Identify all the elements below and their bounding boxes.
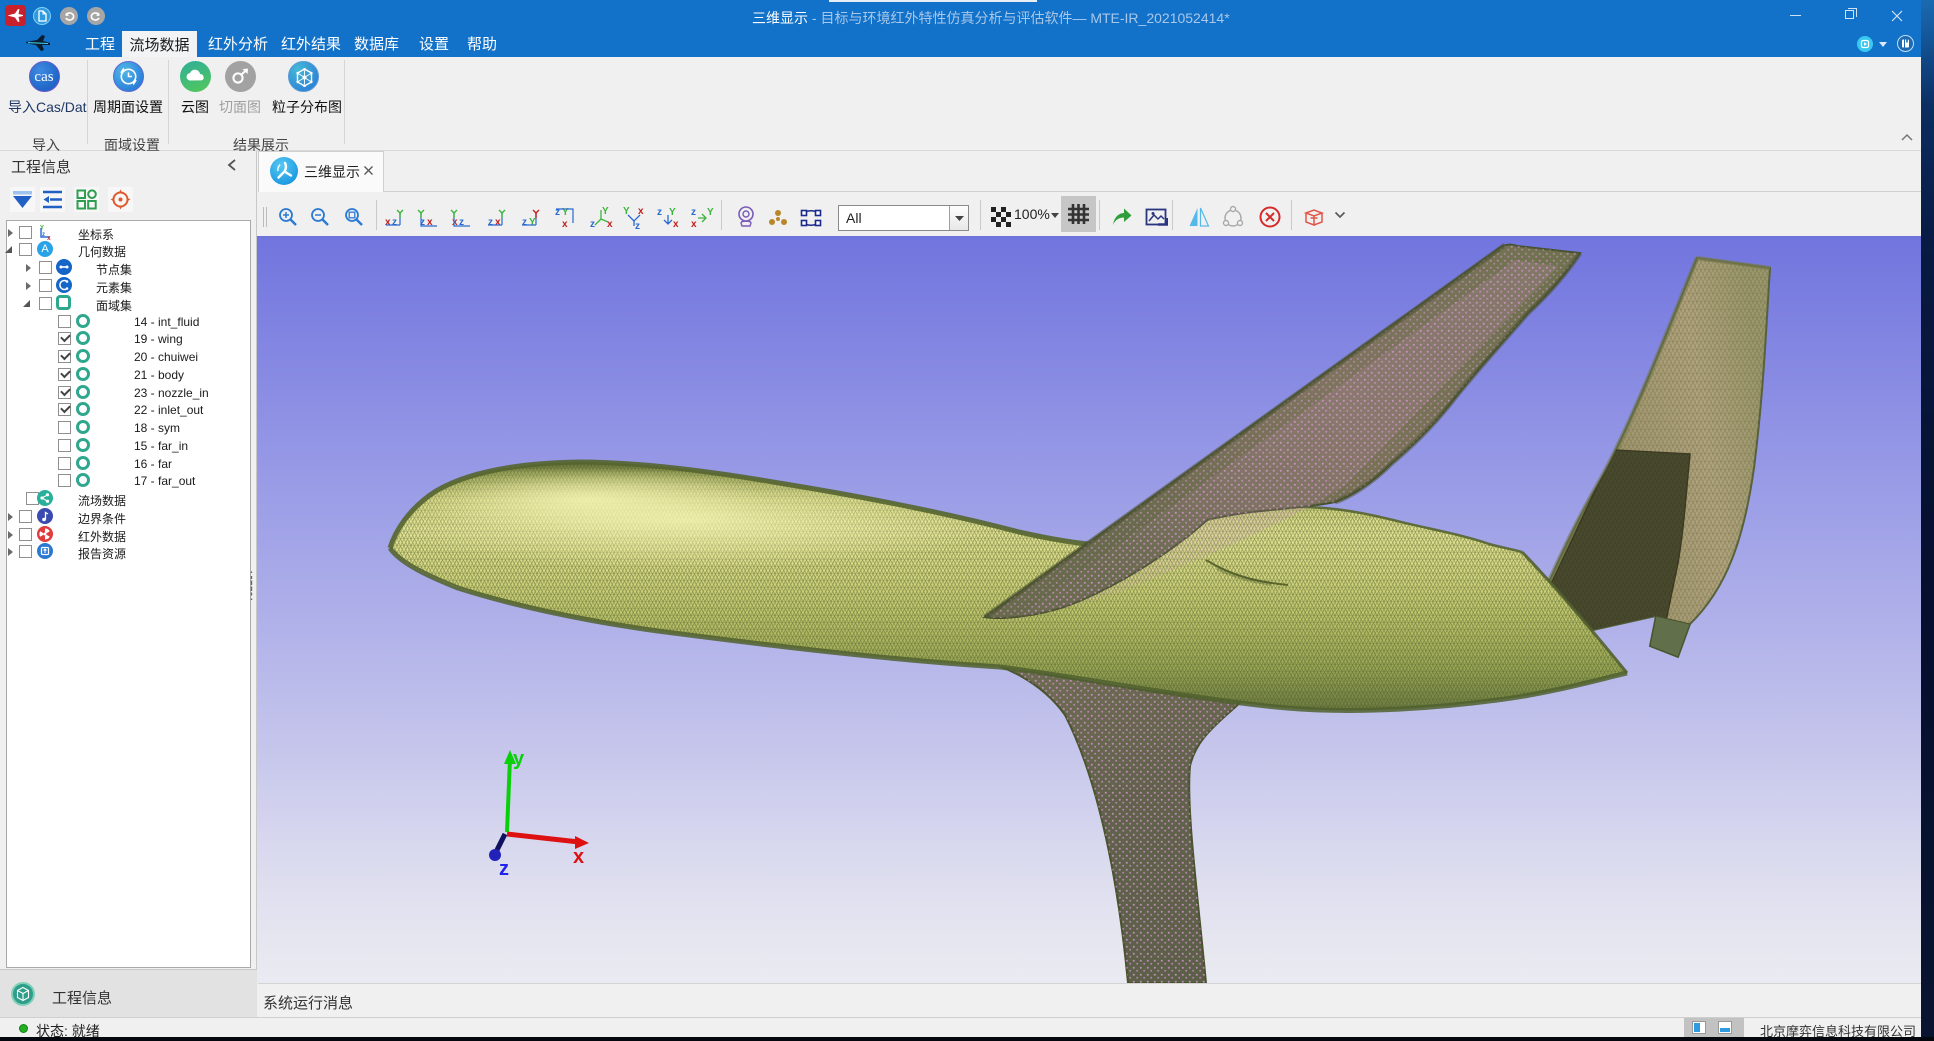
svg-text:y: y [513,748,525,770]
svg-text:x: x [495,217,501,228]
svg-text:z: z [488,217,493,228]
svg-text:z: z [499,858,509,880]
svg-text:Y: Y [40,226,44,232]
svg-text:Y: Y [707,207,714,218]
svg-text:x: x [573,846,584,868]
svg-text:x: x [607,219,613,230]
svg-text:z: z [590,219,595,230]
svg-text:z: z [392,217,397,228]
svg-text:x: x [562,219,568,230]
svg-text:x: x [385,217,391,228]
svg-text:x: x [673,219,679,230]
svg-text:z: z [635,221,640,231]
svg-text:x: x [691,219,697,230]
svg-text:Y: Y [602,206,609,217]
svg-text:z: z [657,207,662,218]
svg-text:z: z [522,217,527,228]
svg-text:z: z [691,207,696,218]
svg-text:Y: Y [669,207,676,218]
svg-text:z: z [42,232,45,238]
svg-text:Y: Y [529,217,536,228]
